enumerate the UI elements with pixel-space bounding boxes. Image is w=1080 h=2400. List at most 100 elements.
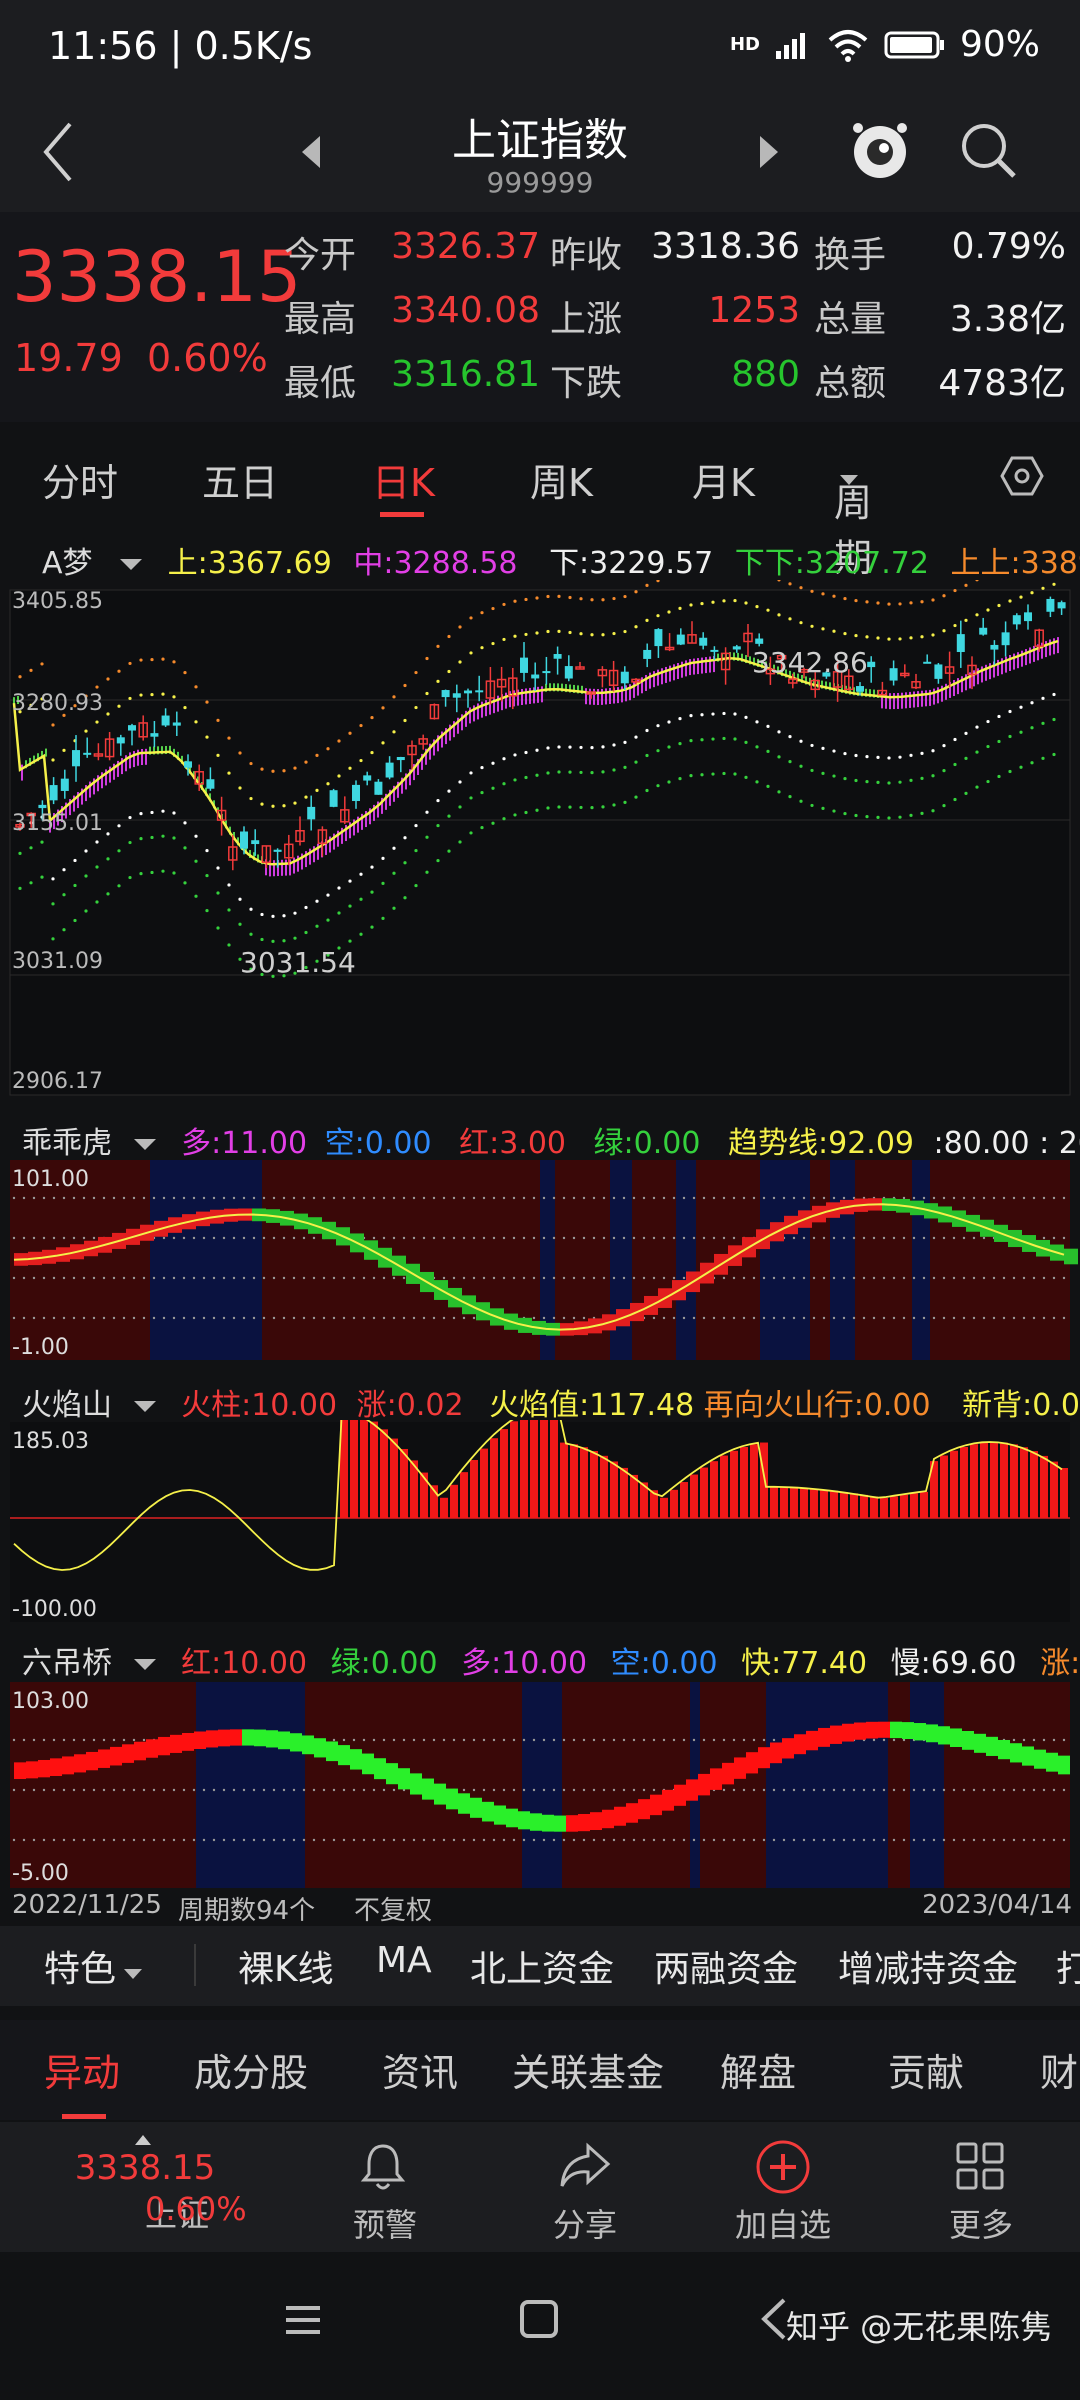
footer-more[interactable]: 更多: [906, 2200, 1056, 2246]
grid-dot: [932, 1788, 936, 1792]
bridge-bar: [86, 1751, 98, 1771]
grid-dot: [332, 1788, 336, 1792]
share-icon[interactable]: [556, 2140, 612, 2194]
tab-finance[interactable]: 财: [1040, 2042, 1078, 2097]
channel-dot: [381, 741, 385, 745]
channel-dot: [898, 780, 902, 784]
next-stock-icon[interactable]: [756, 130, 782, 174]
back-icon[interactable]: [38, 118, 78, 188]
grid-dot: [872, 1788, 876, 1792]
feature-item-margin[interactable]: 两融资金: [654, 1940, 798, 1992]
footer-share[interactable]: 分享: [510, 2200, 660, 2246]
grid-dot: [32, 1196, 36, 1200]
grid-dot: [602, 1838, 606, 1842]
feature-item-naked-k[interactable]: 裸K线: [238, 1940, 334, 1992]
grid-dot: [682, 1196, 686, 1200]
candle-body: [867, 661, 876, 668]
tab-five-day[interactable]: 五日: [202, 452, 278, 507]
feature-head[interactable]: 特色: [44, 1940, 144, 1992]
bridge-bar: [494, 1805, 506, 1825]
tab-related-funds[interactable]: 关联基金: [512, 2042, 664, 2097]
grid-dot: [722, 1196, 726, 1200]
grid-dot: [292, 1196, 296, 1200]
grid-dot: [172, 1196, 176, 1200]
grid-dot: [22, 1236, 26, 1240]
grid-dot: [792, 1276, 796, 1280]
channel-dot: [601, 805, 605, 809]
amount-value: 4783亿: [938, 363, 1066, 404]
grid-dot: [192, 1236, 196, 1240]
candle-body: [72, 750, 80, 767]
grid-dot: [922, 1196, 926, 1200]
grid-dot: [432, 1236, 436, 1240]
grid-dot: [642, 1838, 646, 1842]
add-watchlist-icon[interactable]: [754, 2138, 812, 2196]
tab-period[interactable]: 周期: [834, 452, 872, 580]
bell-icon[interactable]: [356, 2140, 410, 2194]
feature-item-more[interactable]: 打: [1056, 1940, 1080, 1992]
back-nav-icon[interactable]: [756, 2296, 790, 2342]
grid-dot: [52, 1276, 56, 1280]
grid-dot: [142, 1738, 146, 1742]
tab-constituents[interactable]: 成分股: [194, 2042, 308, 2097]
channel-dot: [271, 769, 275, 773]
indicator1-legend[interactable]: 乖乖虎 多:11.00 空:0.00 红:3.00 绿:0.00 趋势线:92.…: [22, 1118, 1080, 1162]
tab-contribution[interactable]: 贡献: [888, 2042, 964, 2097]
tab-intraday[interactable]: 分时: [42, 452, 118, 507]
signal-icon: [775, 32, 805, 59]
grid-dot: [672, 1838, 676, 1842]
bridge-bar: [614, 1806, 626, 1826]
feature-item-holdings[interactable]: 增减持资金: [838, 1940, 1018, 1992]
search-icon[interactable]: [956, 118, 1020, 182]
feature-item-ma[interactable]: MA: [376, 1940, 432, 1981]
grid-dot: [902, 1838, 906, 1842]
grid-dot: [972, 1276, 976, 1280]
flame-bar: [570, 1444, 578, 1518]
indicator2-legend[interactable]: 火焰山 火柱:10.00 涨:0.02 火焰值:117.48 再向火山行:0.0…: [22, 1380, 1080, 1424]
channel-dot: [799, 586, 803, 590]
grid-dot: [242, 1316, 246, 1320]
tab-news[interactable]: 资讯: [382, 2042, 458, 2097]
channel-dot: [491, 606, 495, 611]
flame-bar: [1000, 1442, 1008, 1518]
indicator1-chart[interactable]: 101.00 -1.00: [0, 1158, 1080, 1363]
grid-dot: [242, 1276, 246, 1280]
channel-dot: [1008, 769, 1012, 774]
robot-assistant-icon[interactable]: [848, 114, 912, 186]
bridge-bar: [110, 1746, 122, 1766]
grid-dot: [502, 1738, 506, 1742]
indicator3-legend[interactable]: 六吊桥 红:10.00 绿:0.00 多:10.00 空:0.00 快:77.4…: [22, 1638, 1080, 1682]
grid-dot: [902, 1788, 906, 1792]
footer-alert[interactable]: 预警: [310, 2200, 460, 2246]
feature-item-northbound[interactable]: 北上资金: [470, 1940, 614, 1992]
tab-weekly-k[interactable]: 周K: [530, 452, 593, 507]
footer-add-watchlist[interactable]: 加自选: [708, 2200, 858, 2246]
indicator2-chart[interactable]: 185.03 -100.00: [0, 1420, 1080, 1625]
indicator3-chart[interactable]: 103.00 -5.00: [0, 1680, 1080, 1890]
channel-dot: [326, 747, 330, 751]
settings-hexagon-icon[interactable]: [1000, 454, 1044, 498]
grid-dot: [512, 1276, 516, 1280]
bridge-bar: [578, 1814, 590, 1832]
candle-body: [654, 629, 663, 647]
tab-daily-k[interactable]: 日K: [372, 452, 435, 507]
prev-stock-icon[interactable]: [298, 130, 324, 174]
grid-more-icon[interactable]: [954, 2140, 1008, 2194]
tab-analysis[interactable]: 解盘: [720, 2042, 796, 2097]
grid-dot: [1032, 1316, 1036, 1320]
bridge-bar: [62, 1756, 74, 1775]
channel-dot: [920, 600, 924, 604]
menu-icon[interactable]: [282, 2300, 324, 2340]
flame-bar: [740, 1446, 748, 1518]
main-indicator-legend[interactable]: A梦 上:3367.69 中:3288.58 下:3229.57 下下:3207…: [42, 538, 1080, 582]
channel-dot: [942, 594, 946, 598]
grid-dot: [802, 1276, 806, 1280]
channel-dot: [656, 614, 660, 618]
home-icon[interactable]: [518, 2298, 560, 2340]
grid-dot: [1032, 1738, 1036, 1742]
kline-chart[interactable]: 3405.85 3280.93 3155.01 3031.09 2906.17 …: [0, 580, 1080, 1105]
grid-dot: [522, 1276, 526, 1280]
tab-movement[interactable]: 异动: [44, 2042, 120, 2097]
tab-monthly-k[interactable]: 月K: [692, 452, 755, 507]
channel-dot: [392, 906, 396, 910]
